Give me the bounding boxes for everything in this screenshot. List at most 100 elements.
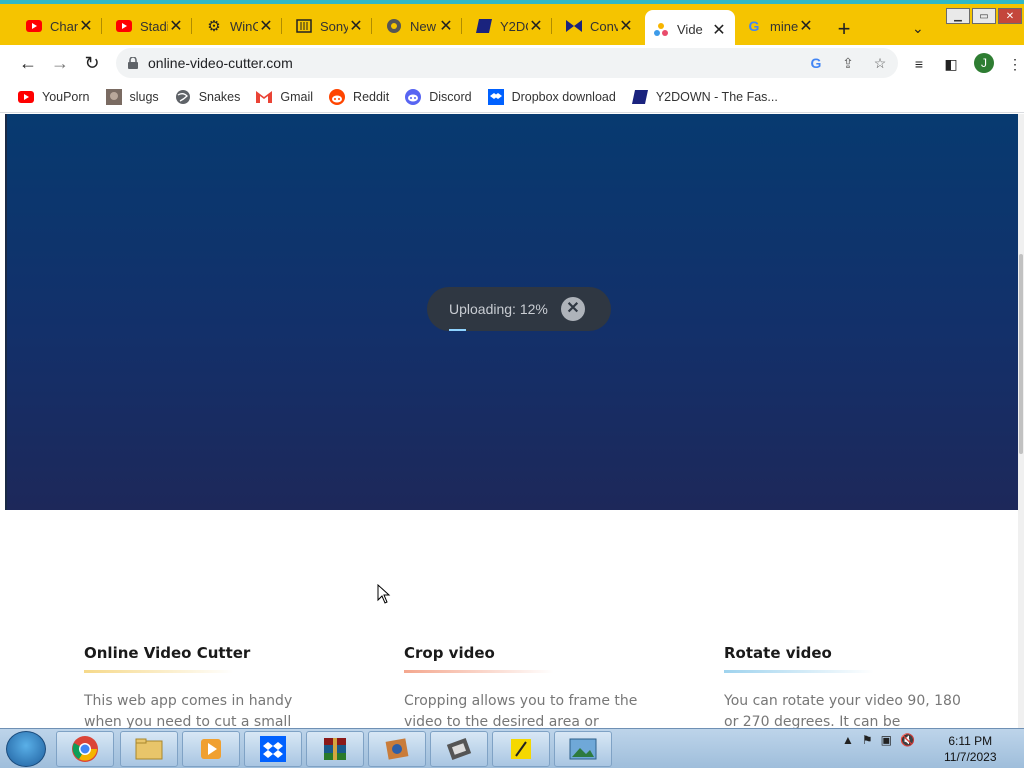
tab-label: Vide bbox=[677, 22, 703, 37]
chevron-down-icon[interactable]: ⌄ bbox=[912, 20, 924, 37]
feature-text: This web app comes in handy when you nee… bbox=[84, 693, 293, 728]
bookmark-item[interactable]: YouPorn bbox=[18, 89, 90, 105]
bookmark-item[interactable]: slugs bbox=[105, 88, 159, 105]
share-icon[interactable]: ⇪ bbox=[840, 55, 856, 71]
close-icon[interactable]: ✕ bbox=[798, 16, 814, 36]
maximize-button[interactable]: ▭ bbox=[972, 8, 996, 24]
taskbar-converter[interactable] bbox=[368, 731, 426, 767]
show-hidden-icons-icon[interactable]: ▲ bbox=[842, 733, 854, 747]
browser-toolbar: ← → ↻ online-video-cutter.com G ⇪ ☆ ≡ ◧ … bbox=[0, 45, 1024, 81]
taskbar-chrome[interactable] bbox=[56, 731, 114, 767]
y2down-icon bbox=[476, 18, 492, 34]
cancel-upload-button[interactable]: ✕ bbox=[561, 297, 585, 321]
tab-8[interactable]: G mine ✕ bbox=[738, 10, 822, 42]
media-control-icon[interactable]: ≡ bbox=[910, 55, 928, 73]
bookmark-label: slugs bbox=[129, 89, 159, 104]
clock-time: 6:11 PM bbox=[948, 734, 993, 748]
forward-button[interactable]: → bbox=[50, 53, 70, 73]
taskbar-explorer[interactable] bbox=[120, 731, 178, 767]
image-icon bbox=[105, 88, 122, 105]
close-icon[interactable]: ✕ bbox=[711, 20, 727, 40]
tab-label: Stadi bbox=[140, 18, 168, 34]
tab-label: Conv bbox=[590, 18, 618, 34]
close-icon[interactable]: ✕ bbox=[78, 16, 94, 36]
windows-taskbar: ▲ ⚑ ▣ 🔇 6:11 PM 11/7/2023 bbox=[0, 728, 1024, 768]
feature-underline bbox=[404, 670, 554, 673]
folder-icon bbox=[135, 738, 163, 760]
bookmark-label: YouPorn bbox=[42, 89, 90, 104]
google-icon: G bbox=[748, 18, 760, 34]
tab-strip: Chan ✕ Stadi ✕ ⚙ WinC ✕ Sony ✕ New ✕ Y2D… bbox=[0, 0, 1024, 49]
feature-title: Crop video bbox=[404, 644, 495, 662]
tab-label: Y2DO bbox=[500, 18, 528, 34]
tab-4[interactable]: New ✕ bbox=[378, 10, 462, 42]
bookmark-item[interactable]: Discord bbox=[405, 88, 472, 105]
bookmark-label: Discord bbox=[429, 89, 472, 104]
taskbar-media-player[interactable] bbox=[182, 731, 240, 767]
chrome-icon bbox=[72, 736, 98, 762]
taskbar-winrar[interactable] bbox=[306, 731, 364, 767]
star-icon[interactable]: ☆ bbox=[872, 55, 888, 71]
close-icon[interactable]: ✕ bbox=[168, 16, 184, 36]
feature-underline bbox=[84, 670, 234, 673]
avatar[interactable]: J bbox=[974, 53, 994, 73]
volume-muted-icon[interactable]: 🔇 bbox=[900, 733, 915, 747]
photo-icon bbox=[569, 738, 597, 760]
chrome-icon bbox=[386, 18, 402, 34]
convert-icon bbox=[566, 18, 582, 34]
tab-7[interactable]: Vide ✕ bbox=[645, 10, 735, 49]
close-window-button[interactable]: ✕ bbox=[998, 8, 1022, 24]
bookmark-item[interactable]: Reddit bbox=[329, 88, 389, 105]
upload-hero: Uploading: 12% ✕ bbox=[5, 114, 1021, 510]
tab-5[interactable]: Y2DO ✕ bbox=[468, 10, 552, 42]
feature-text: You can rotate your video 90, 180 or 270… bbox=[724, 693, 961, 728]
feature-card: Crop video Cropping allows you to frame … bbox=[404, 644, 644, 728]
dropbox-icon bbox=[487, 88, 504, 105]
dropbox-icon bbox=[260, 736, 286, 762]
close-icon[interactable]: ✕ bbox=[528, 16, 544, 36]
start-button[interactable] bbox=[6, 731, 46, 767]
bookmark-item[interactable]: Dropbox download bbox=[487, 88, 616, 105]
gmail-icon bbox=[256, 89, 273, 105]
tab-label: WinC bbox=[230, 18, 258, 34]
bookmark-label: Gmail bbox=[280, 89, 314, 104]
bookmark-item[interactable]: Snakes bbox=[175, 89, 240, 105]
tab-label: Sony bbox=[320, 18, 348, 34]
reload-button[interactable]: ↻ bbox=[82, 53, 102, 73]
flag-icon[interactable]: ⚑ bbox=[862, 733, 873, 747]
minimize-button[interactable]: ▁ bbox=[946, 8, 970, 24]
media-player-icon bbox=[201, 739, 221, 759]
system-clock[interactable]: 6:11 PM 11/7/2023 bbox=[944, 733, 997, 765]
taskbar-film-tool[interactable] bbox=[430, 731, 488, 767]
feature-card: Online Video Cutter This web app comes i… bbox=[84, 644, 324, 728]
gear-icon: ⚙ bbox=[207, 18, 221, 35]
tab-0[interactable]: Chan ✕ bbox=[18, 10, 102, 42]
address-bar[interactable]: online-video-cutter.com G ⇪ ☆ bbox=[116, 48, 898, 78]
url-text: online-video-cutter.com bbox=[148, 55, 293, 71]
tab-2[interactable]: ⚙ WinC ✕ bbox=[198, 10, 282, 42]
back-button[interactable]: ← bbox=[18, 53, 38, 73]
tab-6[interactable]: Conv ✕ bbox=[558, 10, 642, 42]
feature-title: Rotate video bbox=[724, 644, 832, 662]
taskbar-dropbox[interactable] bbox=[244, 731, 302, 767]
bookmark-item[interactable]: Y2DOWN - The Fas... bbox=[631, 89, 778, 105]
tab-1[interactable]: Stadi ✕ bbox=[108, 10, 192, 42]
scrollbar-thumb[interactable] bbox=[1019, 254, 1023, 454]
tab-3[interactable]: Sony ✕ bbox=[288, 10, 372, 42]
upload-status-text: Uploading: 12% bbox=[449, 301, 548, 317]
close-icon[interactable]: ✕ bbox=[258, 16, 274, 36]
converter-icon bbox=[385, 738, 409, 760]
side-panel-icon[interactable]: ◧ bbox=[942, 55, 960, 73]
google-lens-icon[interactable]: G bbox=[808, 55, 824, 71]
close-icon[interactable]: ✕ bbox=[348, 16, 364, 36]
network-icon[interactable]: ▣ bbox=[881, 733, 892, 747]
taskbar-photo-viewer[interactable] bbox=[554, 731, 612, 767]
taskbar-notes[interactable] bbox=[492, 731, 550, 767]
close-icon[interactable]: ✕ bbox=[618, 16, 634, 36]
window-controls: ▁ ▭ ✕ bbox=[946, 8, 1024, 24]
close-icon[interactable]: ✕ bbox=[438, 16, 454, 36]
bookmark-item[interactable]: Gmail bbox=[256, 89, 313, 105]
menu-icon[interactable]: ⋮ bbox=[1006, 55, 1024, 73]
new-tab-button[interactable]: + bbox=[833, 18, 855, 40]
feature-card: Rotate video You can rotate your video 9… bbox=[724, 644, 964, 728]
